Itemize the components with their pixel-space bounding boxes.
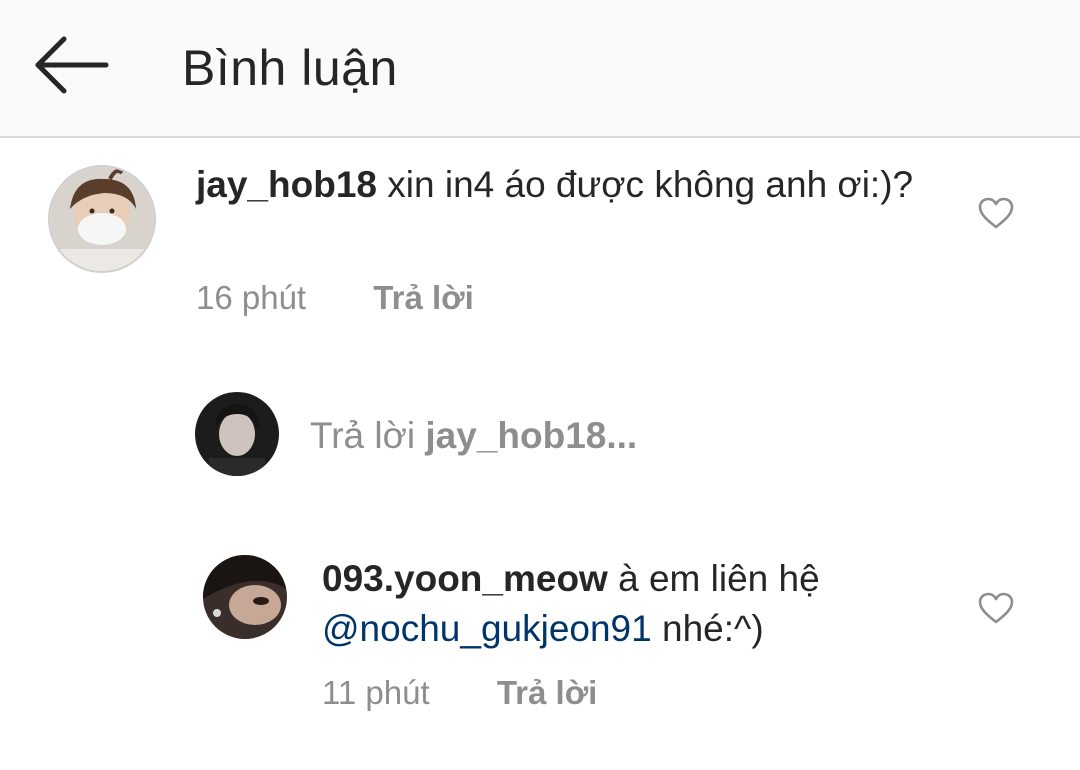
- reply-text-before: à em liên hệ: [618, 558, 820, 599]
- reply-reply-button[interactable]: Trả lời: [497, 673, 598, 713]
- reply-input[interactable]: Trả lời jay_hob18...: [310, 411, 637, 461]
- reply-username[interactable]: 093.yoon_meow: [322, 558, 608, 599]
- arrow-left-icon: [35, 36, 109, 94]
- heart-outline-icon: [978, 197, 1014, 229]
- reply-button[interactable]: Trả lời: [373, 278, 474, 318]
- avatar-photo: [195, 392, 279, 476]
- reply-like-button[interactable]: [977, 591, 1015, 625]
- comments-screen: Bình luận jay_hob18 xin in4 áo được khôn…: [0, 0, 1080, 770]
- comment-time: 16 phút: [196, 279, 307, 316]
- avatar-photo: [203, 555, 287, 639]
- comment-text: xin in4 áo được không anh ơi:)?: [387, 164, 914, 205]
- reply-meta: 11 phút Trả lời: [322, 673, 597, 713]
- back-button[interactable]: [30, 32, 114, 98]
- reply-input-prefix: Trả lời: [310, 415, 416, 456]
- current-user-avatar: [195, 392, 279, 476]
- mention-link[interactable]: @nochu_gukjeon91: [322, 608, 652, 649]
- reply-text-after: nhé:^): [662, 608, 764, 649]
- comment-username[interactable]: jay_hob18: [196, 164, 377, 205]
- reply-avatar[interactable]: [203, 555, 287, 639]
- heart-outline-icon: [978, 592, 1014, 624]
- reply-time: 11 phút: [322, 674, 430, 711]
- comment-meta: 16 phút Trả lời: [196, 278, 474, 318]
- page-title: Bình luận: [182, 40, 398, 96]
- avatar-photo: [50, 167, 154, 271]
- top-bar: Bình luận: [0, 0, 1080, 138]
- reply-body: 093.yoon_meow à em liên hệ @nochu_gukjeo…: [322, 554, 942, 654]
- reply-input-target: jay_hob18...: [425, 415, 638, 456]
- like-button[interactable]: [977, 196, 1015, 230]
- avatar[interactable]: [48, 165, 156, 273]
- comment-body: jay_hob18 xin in4 áo được không anh ơi:)…: [196, 160, 936, 210]
